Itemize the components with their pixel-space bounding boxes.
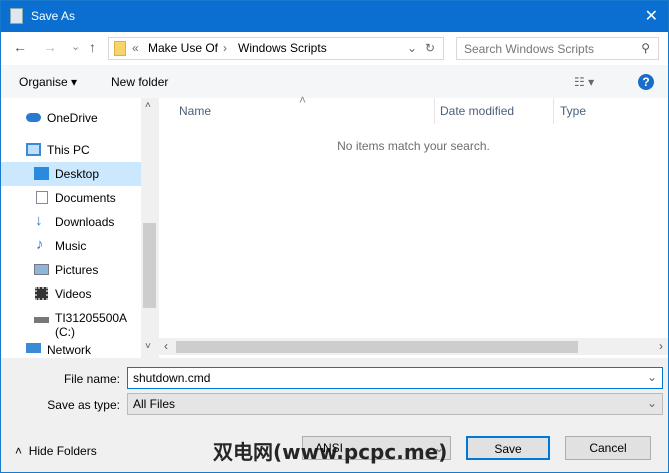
picture-icon [34,264,49,275]
column-name[interactable]: Name [179,104,211,118]
sidebar-item-documents[interactable]: Documents [1,186,141,210]
file-name-label: File name: [63,372,120,386]
column-type[interactable]: Type [560,104,586,118]
new-folder-button[interactable]: New folder [111,75,168,89]
watermark: 双电网(www.pcpc.me) [213,440,448,464]
scroll-right-arrow[interactable]: › [659,339,663,353]
drive-icon [34,317,49,323]
title-bar: Save As ✕ [1,1,668,32]
notepad-icon [10,8,23,24]
sidebar-item-desktop[interactable]: Desktop [1,162,141,186]
folder-icon [114,41,126,56]
save-button[interactable]: Save [466,436,550,460]
document-icon [36,191,48,204]
sidebar-item-downloads[interactable]: ↓ Downloads [1,210,141,234]
film-icon [35,287,48,300]
computer-icon [26,143,41,156]
sidebar-item-onedrive[interactable]: OneDrive [1,106,141,130]
sidebar-item-videos[interactable]: Videos [1,282,141,306]
sort-ascending-icon: ˄ [299,93,307,107]
breadcrumb-windows-scripts[interactable]: Windows Scripts [238,41,327,55]
forward-button[interactable]: → [43,39,57,55]
up-button[interactable]: ↑ [89,39,96,55]
scroll-down-arrow[interactable]: ˅ [145,341,151,352]
save-as-type-label: Save as type: [47,398,120,412]
address-bar[interactable]: « Make Use Of › Windows Scripts ⌄ ↻ [108,37,444,60]
desktop-icon [34,167,49,180]
cancel-button[interactable]: Cancel [565,436,651,460]
navigation-bar: ← → ⌄ ↑ « Make Use Of › Windows Scripts … [1,32,668,65]
organise-button[interactable]: Organise ▾ [19,75,77,89]
breadcrumb-overflow[interactable]: « [132,41,139,55]
hide-folders-button[interactable]: ˄ Hide Folders [15,444,97,458]
cloud-icon [26,113,41,122]
toolbar: Organise ▾ New folder ☷ ▾ ? [1,65,668,98]
window-title: Save As [31,9,76,23]
back-button[interactable]: ← [13,39,27,55]
network-icon [26,343,41,353]
sidebar-item-music[interactable]: ♪ Music [1,234,141,258]
help-icon[interactable]: ? [638,74,654,90]
download-icon: ↓ [35,212,43,229]
sidebar-item-drive-c[interactable]: TI31205500A (C:) [1,306,141,339]
file-name-input[interactable]: shutdown.cmd ⌄ [127,367,663,389]
view-options-button[interactable]: ☷ ▾ [574,75,594,89]
search-icon: ⚲ [641,41,650,55]
scroll-left-arrow[interactable]: ‹ [164,339,168,353]
horizontal-scrollbar[interactable]: ‹ › [159,338,668,355]
close-button[interactable]: ✕ [645,6,658,26]
address-dropdown[interactable]: ⌄ [407,41,417,55]
save-as-dialog: Save As ✕ ← → ⌄ ↑ « Make Use Of › Window… [0,0,669,473]
sidebar-item-pictures[interactable]: Pictures [1,258,141,282]
scrollbar-thumb[interactable] [143,223,156,308]
recent-locations-button[interactable]: ⌄ [71,40,80,53]
file-list: ˄ Name Date modified Type No items match… [159,93,668,358]
sidebar-item-network[interactable]: Network [1,338,141,362]
sidebar-item-this-pc[interactable]: This PC [1,138,141,162]
save-as-type-select[interactable]: All Files ⌄ [127,393,663,415]
empty-message: No items match your search. [337,139,490,153]
search-input[interactable]: Search Windows Scripts ⚲ [456,37,659,60]
breadcrumb-make-use-of[interactable]: Make Use Of [148,41,218,55]
sidebar-scrollbar[interactable]: ˄ ˅ [141,98,158,358]
navigation-pane: OneDrive This PC Desktop Documents ↓ Down… [1,98,158,358]
scrollbar-thumb[interactable] [176,341,578,353]
refresh-button[interactable]: ↻ [425,41,435,55]
scroll-up-arrow[interactable]: ˄ [145,100,151,111]
music-icon: ♪ [36,236,44,253]
column-date-modified[interactable]: Date modified [440,104,514,118]
